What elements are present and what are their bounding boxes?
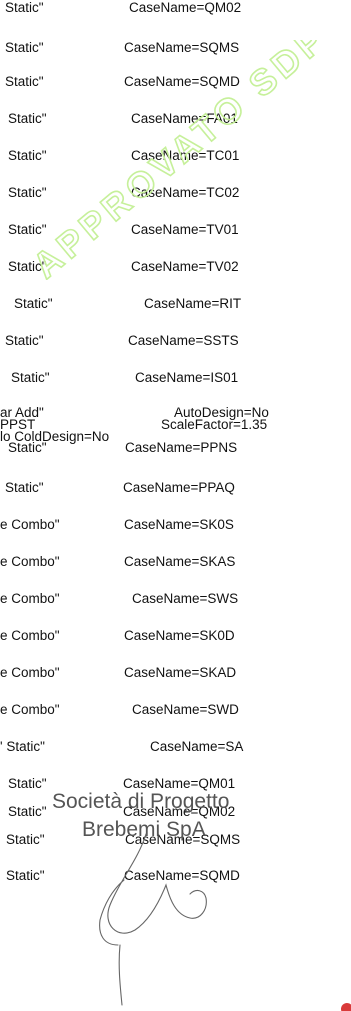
case-name: CaseName=TV01 bbox=[131, 222, 239, 237]
table-row: e Combo" CaseName=SK0S bbox=[0, 517, 351, 537]
row-type: Static" bbox=[5, 74, 44, 89]
case-name: CaseName=SQMS bbox=[125, 832, 241, 847]
row-type: Static" bbox=[8, 440, 47, 455]
case-name: CaseName=SWS bbox=[132, 591, 239, 606]
table-row: Static" CaseName=SQMD bbox=[0, 74, 351, 94]
scale-factor: ScaleFactor=1.35 bbox=[161, 417, 268, 432]
table-row: Static" CaseName=PPAQ bbox=[0, 480, 351, 500]
row-type: e Combo" bbox=[0, 665, 60, 680]
table-row: Static" CaseName=QM02 bbox=[0, 0, 351, 20]
row-type: Static" bbox=[8, 185, 47, 200]
case-name: CaseName=SKAS bbox=[124, 554, 236, 569]
table-row: e Combo" CaseName=SKAS bbox=[0, 554, 351, 574]
row-type: Static" bbox=[6, 832, 45, 847]
case-name: CaseName=QM01 bbox=[123, 776, 236, 791]
row-type: e Combo" bbox=[0, 591, 60, 606]
case-name: CaseName=FA01 bbox=[131, 111, 238, 126]
row-type: Static" bbox=[11, 370, 50, 385]
row-type: Static" bbox=[8, 148, 47, 163]
table-row: Static" CaseName=IS01 bbox=[0, 370, 351, 390]
case-name: CaseName=SK0S bbox=[124, 517, 234, 532]
table-row: Static" CaseName=QM01 bbox=[0, 776, 351, 796]
row-type: Static" bbox=[8, 259, 47, 274]
case-name: CaseName=QM02 bbox=[123, 804, 236, 819]
table-row: Static" CaseName=QM02 bbox=[0, 804, 351, 824]
row-type: e Combo" bbox=[0, 517, 60, 532]
case-name: CaseName=RIT bbox=[144, 296, 242, 311]
table-row: ' Static" CaseName=SA bbox=[0, 739, 351, 759]
case-name: CaseName=SQMS bbox=[124, 40, 240, 55]
row-type: ' Static" bbox=[0, 739, 45, 754]
table-row: Static" CaseName=TC01 bbox=[0, 148, 351, 168]
row-type: e Combo" bbox=[0, 628, 60, 643]
case-name: CaseName=SWD bbox=[132, 702, 239, 717]
row-type: Static" bbox=[14, 296, 53, 311]
case-name: CaseName=SKAD bbox=[124, 665, 237, 680]
table-row: Static" CaseName=SSTS bbox=[0, 333, 351, 353]
case-name: CaseName=PPAQ bbox=[123, 480, 235, 495]
table-row: Static" CaseName=SQMD bbox=[0, 868, 351, 888]
table-row: Static" CaseName=TV02 bbox=[0, 259, 351, 279]
row-type: Static" bbox=[5, 333, 44, 348]
case-name: CaseName=SK0D bbox=[124, 628, 235, 643]
case-name: CaseName=IS01 bbox=[135, 370, 239, 385]
case-name: CaseName=QM02 bbox=[129, 0, 242, 15]
row-type: e Combo" bbox=[0, 554, 60, 569]
case-name: CaseName=SQMD bbox=[124, 74, 240, 89]
case-name: CaseName=SA bbox=[150, 739, 244, 754]
case-name: CaseName=PPNS bbox=[125, 440, 238, 455]
row-type: Static" bbox=[8, 111, 47, 126]
case-name: CaseName=TC01 bbox=[131, 148, 240, 163]
red-dot bbox=[341, 1003, 351, 1011]
row-type: Static" bbox=[8, 804, 47, 819]
table-row: ar Add" AutoDesign=No PPST ScaleFactor=1… bbox=[0, 405, 351, 457]
table-row: Static" CaseName=FA01 bbox=[0, 111, 351, 131]
row-type: Static" bbox=[8, 776, 47, 791]
table-row: e Combo" CaseName=SK0D bbox=[0, 628, 351, 648]
case-name: CaseName=SSTS bbox=[128, 333, 239, 348]
signature bbox=[99, 833, 207, 1006]
table-row: Static" CaseName=RIT bbox=[0, 296, 351, 316]
table-row: Static" CaseName=SQMS bbox=[0, 832, 351, 852]
table-row: e Combo" CaseName=SWD bbox=[0, 702, 351, 722]
row-type: Static" bbox=[5, 0, 44, 15]
table-row: e Combo" CaseName=SWS bbox=[0, 591, 351, 611]
case-name: CaseName=TV02 bbox=[131, 259, 239, 274]
case-name: CaseName=SQMD bbox=[124, 868, 240, 883]
table-row: Static" CaseName=TV01 bbox=[0, 222, 351, 242]
row-type: Static" bbox=[8, 222, 47, 237]
table-row: Static" CaseName=TC02 bbox=[0, 185, 351, 205]
row-type: Static" bbox=[6, 868, 45, 883]
table-row: Static" CaseName=SQMS bbox=[0, 40, 351, 60]
row-type: e Combo" bbox=[0, 702, 60, 717]
row-type: Static" bbox=[5, 40, 44, 55]
table-row: e Combo" CaseName=SKAD bbox=[0, 665, 351, 685]
case-name: CaseName=TC02 bbox=[131, 185, 240, 200]
row-type: Static" bbox=[5, 480, 44, 495]
